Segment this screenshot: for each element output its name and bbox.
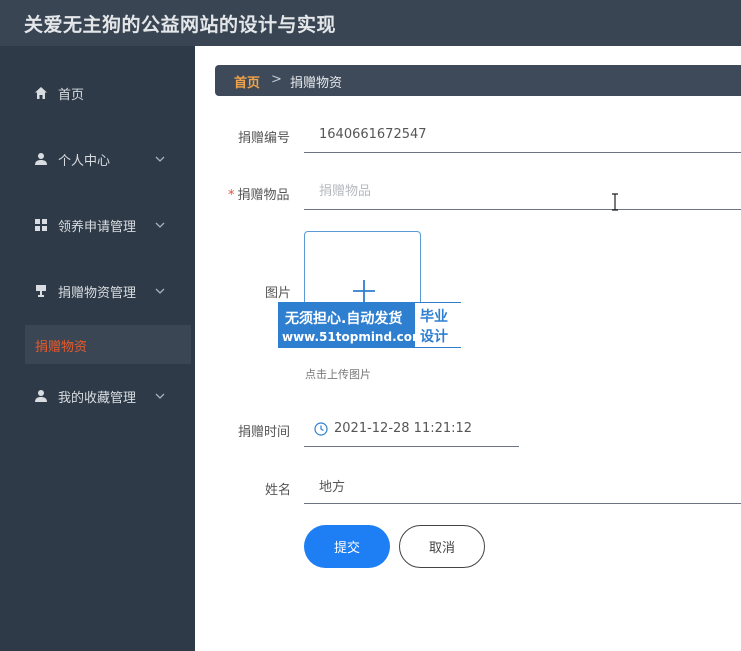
sidebar-item-adoption-management[interactable]: 领养申请管理	[0, 207, 195, 243]
breadcrumb-separator: >	[271, 72, 282, 87]
plus-icon	[353, 280, 375, 302]
donation-item-input[interactable]	[304, 174, 741, 210]
name-field[interactable]	[304, 468, 741, 504]
clock-icon	[314, 422, 328, 436]
user-icon	[35, 390, 47, 402]
breadcrumb: 首页 > 捐赠物资	[215, 65, 741, 96]
required-mark: *	[228, 188, 235, 203]
item-label: 捐赠物品	[237, 188, 290, 203]
chevron-down-icon	[155, 288, 165, 294]
watermark-line1: 无须担心.自动发货	[285, 311, 403, 327]
sidebar-item-label: 捐赠物资管理	[58, 286, 137, 301]
home-icon	[35, 87, 47, 99]
user-icon	[35, 153, 47, 165]
donation-time-picker[interactable]: 2021-12-28 11:21:12	[304, 411, 519, 447]
sidebar-subitem-label: 捐赠物资	[35, 340, 88, 355]
donation-time-value: 2021-12-28 11:21:12	[334, 421, 473, 436]
chevron-down-icon	[155, 156, 165, 162]
sidebar-item-home[interactable]: 首页	[0, 75, 195, 111]
item-label-wrap: * 捐赠物品	[228, 184, 290, 203]
chevron-down-icon	[155, 222, 165, 228]
cup-icon	[36, 285, 46, 297]
donation-no-field[interactable]	[304, 117, 741, 153]
upload-hint: 点击上传图片	[305, 368, 371, 381]
top-bar: 关爱无主狗的公益网站的设计与实现	[0, 0, 741, 46]
breadcrumb-current: 捐赠物资	[290, 76, 343, 91]
donation-time-label: 捐赠时间	[238, 425, 291, 440]
breadcrumb-home-link[interactable]: 首页	[234, 72, 260, 91]
sidebar-item-personal-center[interactable]: 个人中心	[0, 141, 195, 177]
sidebar-item-label: 首页	[58, 88, 85, 103]
sidebar-item-label: 领养申请管理	[58, 220, 137, 235]
watermark-badge-line2: 设计	[420, 329, 448, 345]
sidebar-item-label: 我的收藏管理	[58, 391, 137, 406]
grid-icon	[35, 219, 47, 231]
name-label: 姓名	[265, 483, 292, 498]
watermark-badge: 毕业 设计	[415, 303, 461, 347]
sidebar: 首页 个人中心 领养申请管理 捐赠物资管理 捐赠物资 我的收藏管理	[0, 46, 195, 651]
sidebar-subitem-donation[interactable]: 捐赠物资	[25, 325, 191, 364]
image-label: 图片	[265, 286, 292, 301]
sidebar-item-favorites-management[interactable]: 我的收藏管理	[0, 378, 195, 414]
watermark-badge-line1: 毕业	[420, 309, 448, 325]
watermark-banner: 无须担心.自动发货 www.51topmind.com 毕业 设计	[278, 302, 461, 348]
donation-no-label: 捐赠编号	[238, 131, 291, 146]
submit-button[interactable]: 提交	[304, 525, 390, 568]
chevron-down-icon	[155, 393, 165, 399]
sidebar-item-donation-management[interactable]: 捐赠物资管理	[0, 273, 195, 309]
cancel-button[interactable]: 取消	[399, 525, 485, 568]
watermark-line2: www.51topmind.com	[282, 330, 425, 344]
app-title: 关爱无主狗的公益网站的设计与实现	[24, 14, 337, 36]
text-cursor-icon	[612, 193, 618, 211]
sidebar-item-label: 个人中心	[58, 154, 111, 169]
